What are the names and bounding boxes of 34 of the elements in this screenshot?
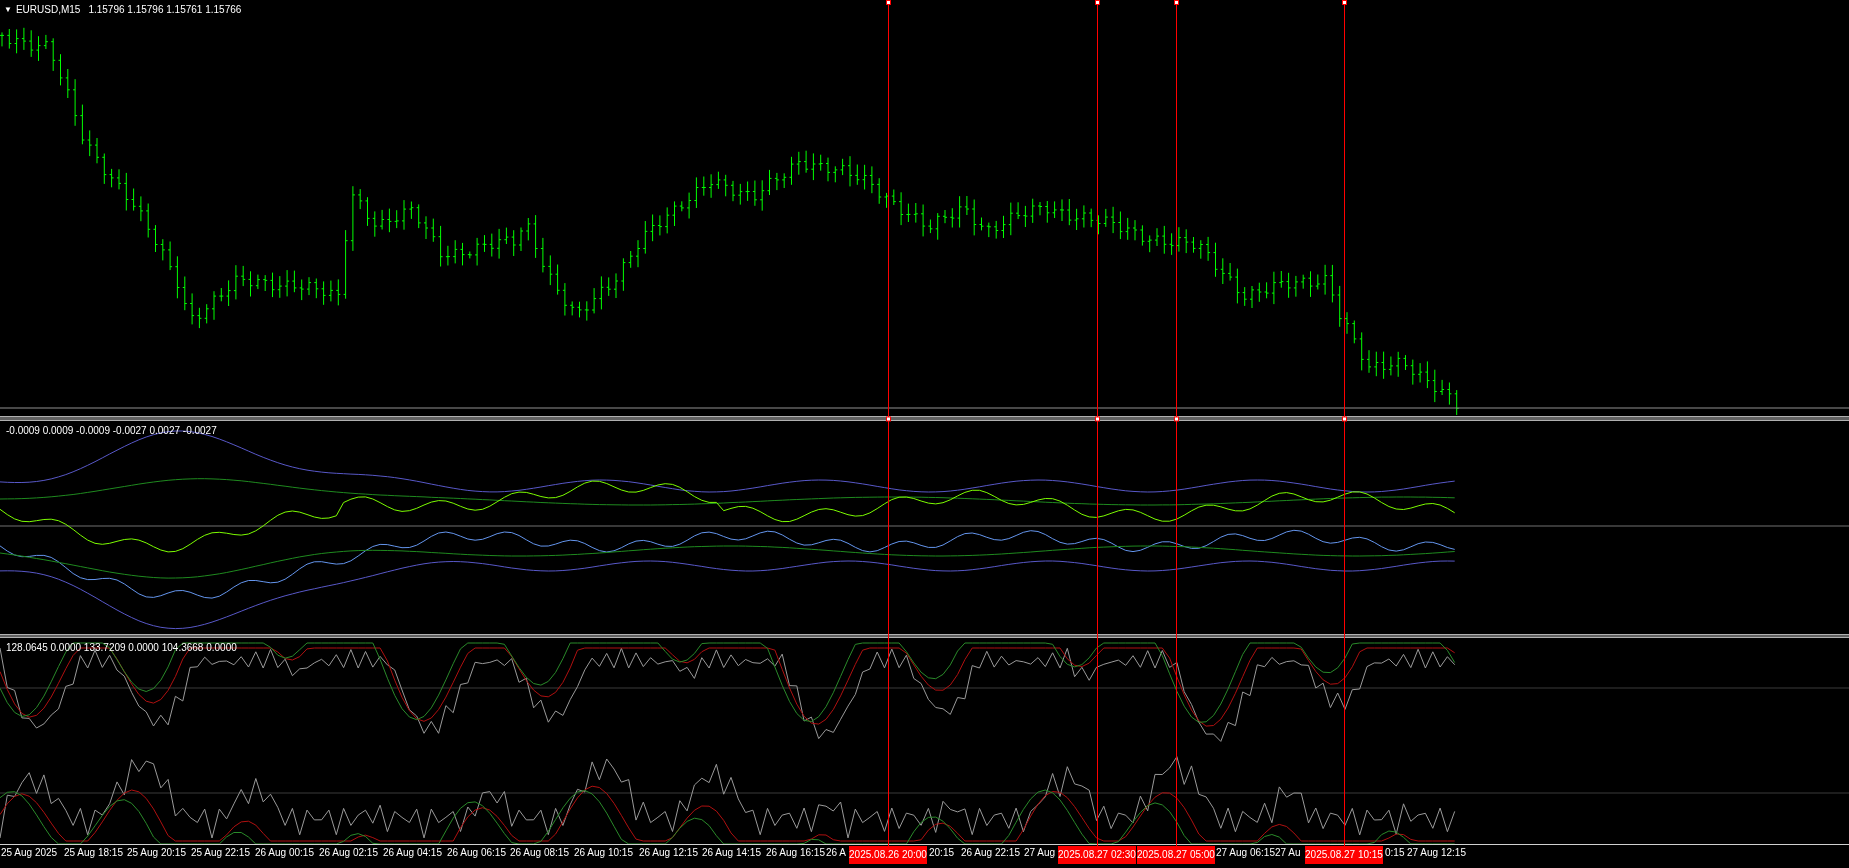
time-label: 27 Au: [1275, 848, 1301, 858]
vertical-line-marker[interactable]: [886, 0, 891, 847]
indicator-values: 128.0645 0.0000 133.7209 0.0000 104.3668 0.0000: [6, 641, 237, 655]
time-label: 26 Aug 08:15: [510, 848, 569, 858]
time-label: 25 Aug 18:15: [64, 848, 123, 858]
time-label: 26 Aug 22:15: [961, 848, 1020, 858]
indicator-values: -0.0009 0.0009 -0.0009 -0.0027 0.0027 -0.0027: [6, 424, 217, 438]
time-label: 26 Aug 14:15: [702, 848, 761, 858]
vertical-line-marker[interactable]: [1342, 0, 1347, 847]
vertical-line-marker[interactable]: [1095, 0, 1100, 847]
time-label: 26 A: [826, 848, 847, 858]
price-values: 1.15796 1.15796 1.15761 1.15766: [88, 3, 242, 17]
time-label: 25 Aug 22:15: [191, 848, 250, 858]
symbol-label: EURUSD,M15: [15, 3, 81, 17]
time-label: 26 Aug 00:15: [255, 848, 314, 858]
date-label: 2025.08.27 02:30: [1058, 846, 1136, 864]
time-label: 0:15: [1385, 848, 1405, 858]
time-label: 27 Aug 06:15: [1216, 848, 1275, 858]
collapse-icon[interactable]: ▼: [4, 3, 12, 16]
date-label: 2025.08.27 10:15: [1305, 846, 1383, 864]
time-label: 26 Aug 10:15: [574, 848, 633, 858]
time-label: 25 Aug 2025: [1, 848, 58, 858]
date-label: 2025.08.27 05:00: [1137, 846, 1215, 864]
time-label: 27 Aug: [1024, 848, 1056, 858]
time-label: 26 Aug 02:15: [319, 848, 378, 858]
time-label: 27 Aug 12:15: [1407, 848, 1466, 858]
time-label: 26 Aug 12:15: [639, 848, 698, 858]
vertical-line-marker[interactable]: [1174, 0, 1179, 847]
time-label: 26 Aug 06:15: [447, 848, 506, 858]
time-label: 26 Aug 04:15: [383, 848, 442, 858]
time-label: 20:15: [929, 848, 955, 858]
date-label: 2025.08.26 20:00: [849, 846, 927, 864]
time-label: 26 Aug 16:15: [766, 848, 825, 858]
time-label: 25 Aug 20:15: [127, 848, 186, 858]
